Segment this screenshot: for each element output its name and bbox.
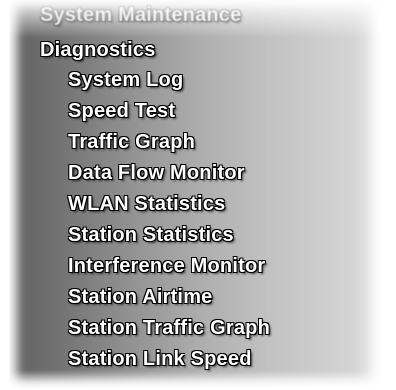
menu-item-station-link-speed[interactable]: Station Link Speed bbox=[68, 346, 252, 372]
menu-item-interference-monitor[interactable]: Interference Monitor bbox=[68, 253, 265, 279]
menu-item-system-log[interactable]: System Log bbox=[68, 67, 183, 93]
sidebar-menu: System Maintenance Diagnostics System Lo… bbox=[0, 0, 396, 390]
menu-item-traffic-graph[interactable]: Traffic Graph bbox=[68, 129, 195, 155]
menu-item-data-flow-monitor[interactable]: Data Flow Monitor bbox=[68, 160, 245, 186]
menu-item-station-airtime[interactable]: Station Airtime bbox=[68, 284, 213, 310]
menu-item-wlan-statistics[interactable]: WLAN Statistics bbox=[68, 191, 225, 217]
menu-item-station-traffic-graph[interactable]: Station Traffic Graph bbox=[68, 315, 270, 341]
menu-item-station-statistics[interactable]: Station Statistics bbox=[68, 222, 234, 248]
menu-screenshot: System Maintenance Diagnostics System Lo… bbox=[0, 0, 396, 390]
menu-section-diagnostics[interactable]: Diagnostics bbox=[40, 37, 156, 63]
menu-item-speed-test[interactable]: Speed Test bbox=[68, 98, 175, 124]
menu-parent-system-maintenance[interactable]: System Maintenance bbox=[40, 2, 241, 28]
